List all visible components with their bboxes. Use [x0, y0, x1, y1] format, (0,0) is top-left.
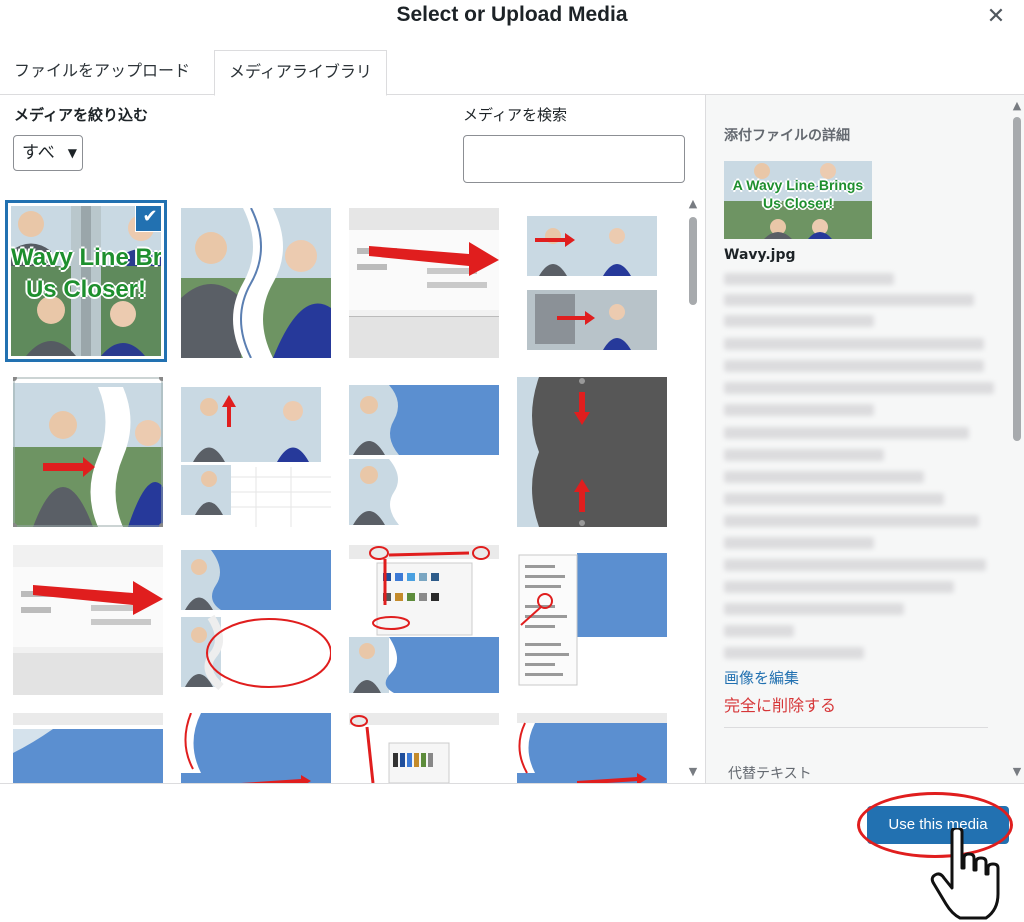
thumbnail-image	[349, 377, 499, 527]
redacted-metadata-line	[724, 404, 874, 416]
thumbnail-image	[181, 208, 331, 358]
thumbnail-image	[349, 713, 499, 783]
delete-permanently-link[interactable]: 完全に削除する	[724, 692, 836, 716]
media-search-input[interactable]	[463, 135, 685, 183]
attachment-details-heading: 添付ファイルの詳細	[724, 128, 850, 144]
scroll-up-arrow-icon[interactable]: ▲	[1010, 99, 1024, 113]
thumbnail-image	[349, 545, 499, 695]
thumbnail-image	[349, 208, 499, 358]
alt-text-label: 代替テキスト	[728, 766, 812, 782]
redacted-metadata-line	[724, 294, 974, 306]
tab-bar: ファイルをアップロード メディアライブラリ	[0, 50, 1024, 96]
redacted-metadata-line	[724, 273, 894, 285]
edit-image-link[interactable]: 画像を編集	[724, 667, 799, 688]
media-item[interactable]	[349, 377, 499, 527]
media-item[interactable]	[517, 208, 667, 358]
redacted-metadata-line	[724, 537, 874, 549]
redacted-metadata-line	[724, 382, 994, 394]
filter-selected-value: すべ	[22, 143, 55, 163]
media-item[interactable]	[517, 713, 667, 783]
thumbnail-image	[13, 713, 163, 783]
redacted-metadata-line	[724, 338, 984, 350]
close-icon[interactable]: ✕	[984, 5, 1008, 29]
redacted-metadata-line	[724, 449, 884, 461]
divider	[724, 727, 988, 728]
media-item[interactable]	[181, 545, 331, 695]
media-item[interactable]	[13, 377, 163, 527]
pointer-hand-icon	[930, 828, 1000, 920]
scroll-up-arrow-icon[interactable]: ▲	[686, 197, 700, 211]
scroll-down-arrow-icon[interactable]: ▼	[686, 765, 700, 779]
modal-footer	[0, 783, 1024, 922]
redacted-metadata-line	[724, 515, 979, 527]
redacted-metadata-line	[724, 647, 864, 659]
media-modal: Select or Upload Media ✕ ファイルをアップロード メディ…	[0, 0, 1024, 922]
thumbnail-image	[181, 713, 331, 783]
redacted-metadata-line	[724, 471, 924, 483]
redacted-metadata-line	[724, 581, 954, 593]
thumbnail-title-line-2: Us Closer!	[25, 276, 147, 303]
thumbnail-image	[517, 545, 667, 695]
redacted-metadata-line	[724, 315, 874, 327]
scrollbar-thumb[interactable]	[1013, 117, 1021, 441]
search-label: メディアを検索	[463, 106, 567, 124]
grid-scrollbar[interactable]: ▲ ▼	[686, 195, 700, 783]
media-filter-select[interactable]: すべ ▼	[13, 135, 83, 171]
attachment-thumb-title-line-1: A Wavy Line Brings	[732, 177, 864, 193]
tab-media-library[interactable]: メディアライブラリ	[214, 50, 387, 96]
scroll-down-arrow-icon[interactable]: ▼	[1010, 765, 1024, 779]
attachment-filename: Wavy.jpg	[724, 247, 796, 263]
thumbnail-image	[181, 377, 331, 527]
attachment-thumbnail: A Wavy Line Brings Us Closer!	[724, 161, 872, 239]
thumbnail-image	[517, 208, 667, 358]
media-item[interactable]	[13, 713, 163, 783]
media-item[interactable]	[181, 208, 331, 358]
media-item[interactable]	[181, 377, 331, 527]
redacted-metadata-line	[724, 603, 904, 615]
modal-title: Select or Upload Media	[396, 3, 628, 26]
thumbnail-image	[517, 377, 667, 527]
sidebar-scrollbar[interactable]: ▲ ▼	[1010, 95, 1024, 783]
media-grid: Wavy Line Bri Us Closer! ✔	[0, 195, 685, 783]
redacted-metadata-line	[724, 360, 984, 372]
thumbnail-image	[517, 713, 667, 783]
media-item[interactable]	[181, 713, 331, 783]
tab-upload-files[interactable]: ファイルをアップロード	[0, 50, 204, 95]
checkmark-icon[interactable]: ✔	[136, 206, 161, 231]
media-item[interactable]	[517, 545, 667, 695]
thumbnail-image	[181, 545, 331, 695]
attachment-details-panel: 添付ファイルの詳細 A Wavy Line Brings Us Closer! …	[705, 95, 1024, 783]
attachment-thumb-title-line-2: Us Closer!	[762, 195, 834, 211]
media-item[interactable]	[349, 713, 499, 783]
chevron-down-icon: ▼	[67, 146, 77, 160]
thumbnail-image	[13, 545, 163, 695]
media-item[interactable]	[349, 208, 499, 358]
thumbnail-title-line-1: Wavy Line Bri	[11, 244, 161, 271]
redacted-metadata-line	[724, 559, 986, 571]
media-item[interactable]	[349, 545, 499, 695]
thumbnail-image	[13, 377, 163, 527]
redacted-metadata-line	[724, 493, 944, 505]
filter-label: メディアを絞り込む	[14, 106, 148, 124]
redacted-metadata-line	[724, 427, 969, 439]
scrollbar-thumb[interactable]	[689, 217, 697, 305]
media-item[interactable]	[517, 377, 667, 527]
media-item[interactable]	[13, 545, 163, 695]
media-item-wavy-title[interactable]: Wavy Line Bri Us Closer! ✔	[11, 206, 161, 356]
redacted-metadata-line	[724, 625, 794, 637]
